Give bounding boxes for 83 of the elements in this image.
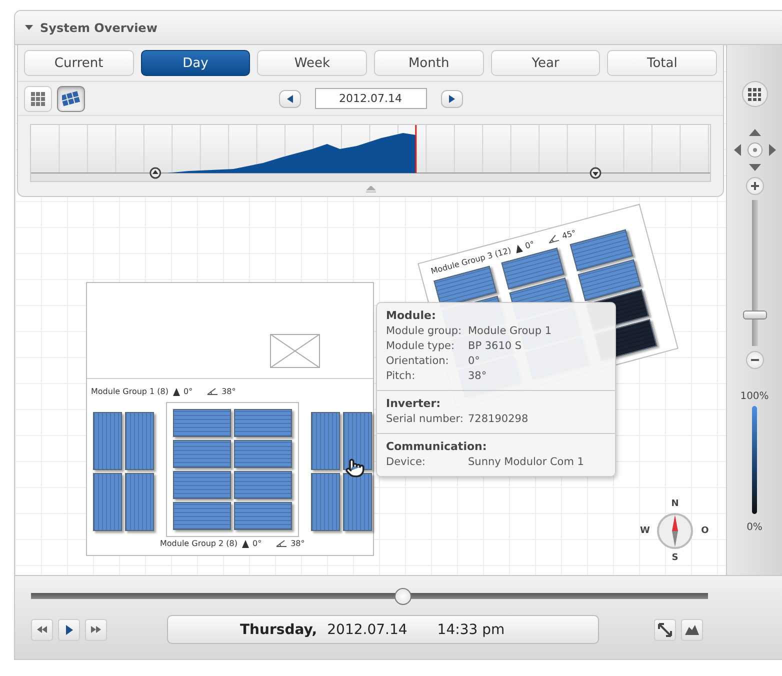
period-tab[interactable]: Month	[374, 50, 484, 76]
left-arrow-icon	[286, 94, 292, 102]
plus-icon	[750, 182, 758, 190]
tooltip-label: Module type:	[386, 339, 456, 354]
layout-view-button[interactable]	[57, 86, 85, 112]
tooltip-section-title: Module:	[386, 309, 437, 322]
period-tab[interactable]: Year	[490, 50, 600, 76]
hand-cursor-icon	[344, 458, 365, 478]
pitch-angle-icon	[206, 388, 218, 395]
compass-east-label: O	[701, 526, 709, 536]
right-arrow-icon	[448, 94, 454, 102]
orientation-icon	[514, 244, 523, 254]
mountain-chart-icon	[685, 624, 699, 635]
tooltip-value: 728190298	[468, 412, 530, 427]
orientation-icon	[172, 388, 180, 396]
timeline-thumb[interactable]	[394, 588, 412, 605]
tooltip-label: Pitch:	[386, 369, 416, 384]
orientation-value: 0°	[524, 240, 536, 251]
pitch-value: 38°	[222, 387, 236, 396]
fast-forward-button[interactable]	[85, 618, 107, 640]
rewind-button[interactable]	[31, 618, 53, 640]
play-icon	[66, 624, 72, 634]
panel-title: System Overview	[40, 20, 158, 34]
tooltip-value: 38°	[468, 369, 488, 384]
grid-icon	[748, 88, 761, 100]
zoom-out-button[interactable]	[746, 351, 764, 369]
compass-south-label: S	[672, 553, 678, 563]
fullscreen-button[interactable]	[654, 618, 676, 640]
orientation-value: 0°	[184, 387, 193, 396]
period-tab[interactable]: Week	[257, 50, 368, 76]
compass-icon	[656, 512, 694, 550]
tooltip-label: Serial number:	[386, 412, 464, 427]
period-tab[interactable]: Day	[140, 50, 250, 76]
pitch-angle-icon	[546, 234, 560, 244]
scale-min-label: 0%	[746, 522, 762, 533]
chart-toggle-button[interactable]	[681, 618, 703, 640]
collapse-triangle-icon[interactable]	[25, 25, 33, 30]
compass-north-label: N	[671, 499, 679, 509]
date-field[interactable]: 2012.07.14	[314, 88, 426, 109]
image-placeholder-icon	[270, 334, 320, 368]
time-text: 14:33 pm	[437, 622, 505, 638]
next-day-button[interactable]	[440, 90, 462, 108]
tooltip-label: Device:	[386, 455, 426, 470]
fast-forward-icon	[91, 626, 101, 633]
weekday-text: Thursday,	[240, 622, 318, 638]
time-cursor-line	[415, 125, 417, 173]
compass-west-label: W	[640, 526, 650, 536]
tooltip-value: 0°	[468, 354, 481, 369]
panels-icon	[62, 90, 80, 106]
module-group-label: Module Group 3 (12)	[430, 246, 512, 276]
zoom-in-button[interactable]	[746, 177, 764, 195]
pitch-angle-icon	[276, 540, 287, 547]
pan-control-icon[interactable]	[732, 127, 778, 173]
tooltip-label: Orientation:	[386, 354, 450, 369]
pitch-value: 45°	[561, 228, 578, 241]
tooltip-value: Module Group 1	[468, 324, 553, 339]
tooltip-label: Module group:	[386, 324, 463, 339]
module-group-label: Module Group 1 (8)	[91, 387, 168, 396]
period-tab[interactable]: Total	[607, 50, 718, 76]
zoom-slider-thumb[interactable]	[742, 310, 766, 320]
tooltip-value: Sunny Modulor Com 1	[468, 455, 585, 470]
range-start-marker-icon[interactable]	[150, 167, 162, 179]
tooltip-value: BP 3610 S	[468, 339, 523, 354]
pitch-value: 38°	[290, 539, 305, 548]
grid-icon	[31, 92, 45, 106]
resize-handle-icon[interactable]	[364, 186, 376, 192]
play-button[interactable]	[58, 618, 80, 640]
solar-module[interactable]	[342, 412, 372, 470]
tooltip-section-title: Communication:	[386, 440, 488, 453]
expand-arrows-icon	[658, 622, 672, 636]
grid-view-button[interactable]	[24, 86, 52, 112]
tooltip-section-title: Inverter:	[386, 397, 442, 410]
orientation-icon	[242, 540, 248, 548]
date-text: 2012.07.14	[327, 622, 408, 638]
orientation-value: 0°	[252, 539, 262, 548]
module-group-label: Module Group 2 (8)	[160, 539, 238, 548]
period-tab[interactable]: Current	[24, 50, 134, 76]
layout-grid-button[interactable]	[742, 81, 768, 107]
minus-icon	[750, 356, 758, 364]
range-end-marker-icon[interactable]	[590, 167, 602, 179]
scale-max-label: 100%	[740, 391, 769, 402]
rewind-icon	[37, 626, 47, 633]
previous-day-button[interactable]	[278, 90, 300, 108]
